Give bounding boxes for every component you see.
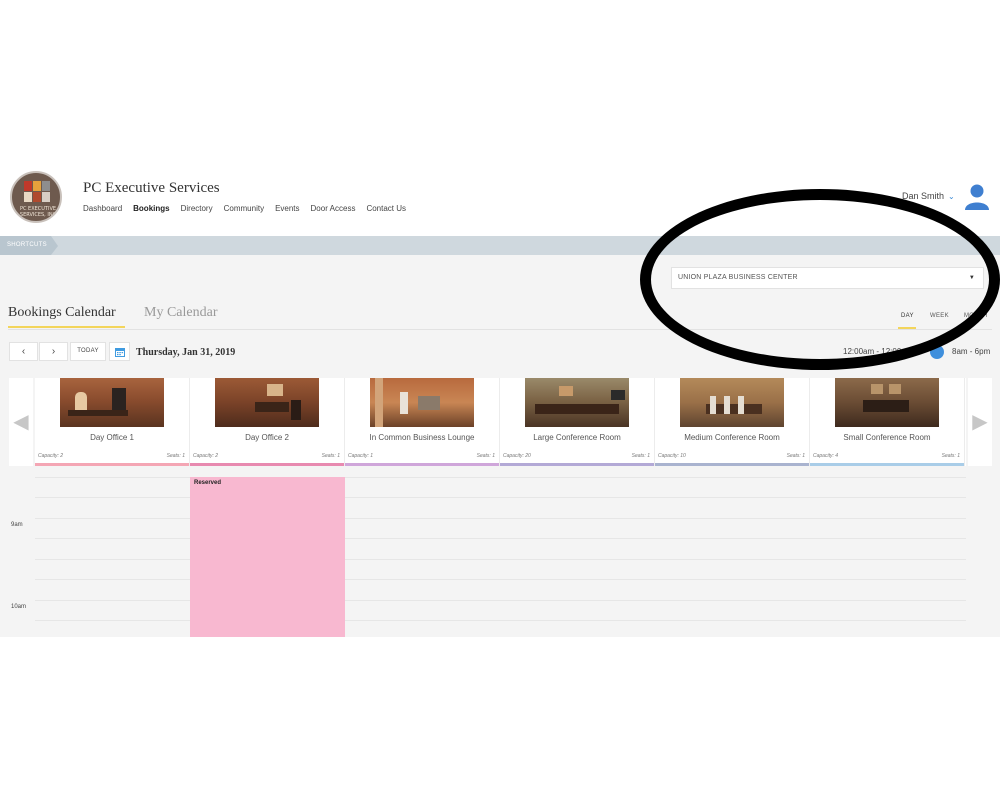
location-selected: UNION PLAZA BUSINESS CENTER	[678, 274, 798, 281]
room-seats: Seats: 1	[941, 453, 960, 459]
room-header[interactable]: Small Conference Room Capacity: 4 Seats:…	[810, 378, 965, 466]
user-avatar-icon[interactable]	[964, 183, 990, 211]
hours-range-default: 8am - 6pm	[952, 347, 991, 356]
nav-contact-us[interactable]: Contact Us	[366, 204, 406, 213]
room-header[interactable]: Large Conference Room Capacity: 20 Seats…	[500, 378, 655, 466]
tabs-divider	[8, 329, 992, 330]
calendar-icon	[114, 348, 125, 357]
grid-line	[35, 477, 966, 478]
grid-line	[35, 579, 966, 580]
location-select[interactable]: UNION PLAZA BUSINESS CENTER ▼	[671, 267, 984, 289]
room-seats: Seats: 1	[321, 453, 340, 459]
view-day[interactable]: DAY	[901, 313, 914, 319]
room-color-bar	[655, 463, 809, 466]
company-logo[interactable]: PC EXECUTIVE SERVICES, INC	[10, 171, 62, 223]
active-view-indicator	[898, 327, 916, 329]
room-name: Day Office 2	[245, 433, 289, 442]
room-header[interactable]: Day Office 2 Capacity: 2 Seats: 1	[190, 378, 345, 466]
hours-range-full: 12:00am - 12:00am	[843, 347, 913, 356]
room-capacity: Capacity: 20	[503, 453, 531, 459]
hours-toggle[interactable]	[906, 345, 944, 359]
room-capacity: Capacity: 2	[193, 453, 219, 459]
view-week[interactable]: WEEK	[930, 313, 949, 319]
nav-directory[interactable]: Directory	[181, 204, 213, 213]
rooms-next-arrow[interactable]: ▶	[968, 378, 992, 466]
grid-line	[35, 559, 966, 560]
room-capacity: Capacity: 2	[38, 453, 64, 459]
room-name: Large Conference Room	[533, 433, 621, 442]
room-photo	[680, 378, 784, 427]
nav-dashboard[interactable]: Dashboard	[83, 204, 122, 213]
room-capacity: Capacity: 4	[813, 453, 839, 459]
shortcuts-tab[interactable]: SHORTCUTS	[0, 236, 58, 255]
main-nav: Dashboard Bookings Directory Community E…	[83, 204, 417, 213]
caret-down-icon: ▼	[968, 275, 975, 281]
user-name: Dan Smith	[902, 191, 945, 201]
brand-title: PC Executive Services	[83, 180, 220, 196]
user-menu[interactable]: Dan Smith ⌄	[902, 191, 955, 201]
room-color-bar	[500, 463, 654, 466]
next-day-button[interactable]: ›	[39, 342, 68, 361]
schedule-grid[interactable]: Reserved	[35, 477, 966, 637]
tab-my-calendar[interactable]: My Calendar	[144, 305, 217, 321]
calendar-picker-button[interactable]	[109, 342, 130, 361]
bookings-app: PC EXECUTIVE SERVICES, INC PC Executive …	[0, 163, 1000, 637]
room-name: Day Office 1	[90, 433, 134, 442]
today-button[interactable]: TODAY	[70, 342, 106, 361]
room-seats: Seats: 1	[166, 453, 185, 459]
nav-bookings[interactable]: Bookings	[133, 204, 169, 213]
room-seats: Seats: 1	[476, 453, 495, 459]
room-color-bar	[345, 463, 499, 466]
grid-line	[35, 497, 966, 498]
room-color-bar	[190, 463, 344, 466]
calendar-main: UNION PLAZA BUSINESS CENTER ▼ Bookings C…	[0, 255, 1000, 637]
room-photo	[60, 378, 164, 427]
chevron-down-icon: ⌄	[948, 192, 955, 201]
room-capacity: Capacity: 10	[658, 453, 686, 459]
toggle-knob	[930, 345, 944, 359]
grid-line	[35, 538, 966, 539]
room-seats: Seats: 1	[631, 453, 650, 459]
grid-line	[35, 600, 966, 601]
room-name: In Common Business Lounge	[369, 433, 475, 442]
room-name: Medium Conference Room	[684, 433, 780, 442]
room-headers: Day Office 1 Capacity: 2 Seats: 1 Day Of…	[35, 378, 966, 466]
nav-events[interactable]: Events	[275, 204, 299, 213]
nav-community[interactable]: Community	[224, 204, 264, 213]
tab-bookings-calendar[interactable]: Bookings Calendar	[8, 305, 116, 321]
room-capacity: Capacity: 1	[348, 453, 374, 459]
grid-line	[35, 620, 966, 621]
room-photo	[835, 378, 939, 427]
room-header[interactable]: Medium Conference Room Capacity: 10 Seat…	[655, 378, 810, 466]
room-header[interactable]: In Common Business Lounge Capacity: 1 Se…	[345, 378, 500, 466]
room-header[interactable]: Day Office 1 Capacity: 2 Seats: 1	[35, 378, 190, 466]
grid-line	[35, 518, 966, 519]
room-color-bar	[810, 463, 964, 466]
time-label-10am: 10am	[11, 604, 27, 610]
prev-day-button[interactable]: ‹	[9, 342, 38, 361]
room-seats: Seats: 1	[786, 453, 805, 459]
time-label-9am: 9am	[11, 522, 23, 528]
reservation-label: Reserved	[194, 480, 222, 486]
room-photo	[215, 378, 319, 427]
shortcuts-bar: SHORTCUTS	[0, 236, 1000, 255]
view-month[interactable]: MONTH	[964, 313, 988, 319]
room-color-bar	[35, 463, 189, 466]
room-photo	[370, 378, 474, 427]
room-name: Small Conference Room	[843, 433, 931, 442]
reservation-block[interactable]: Reserved	[190, 477, 345, 637]
current-date: Thursday, Jan 31, 2019	[136, 347, 236, 358]
nav-door-access[interactable]: Door Access	[311, 204, 356, 213]
logo-text: PC EXECUTIVE SERVICES, INC	[19, 206, 57, 218]
active-tab-indicator	[8, 326, 125, 328]
room-photo	[525, 378, 629, 427]
rooms-prev-arrow[interactable]: ◀	[9, 378, 33, 466]
